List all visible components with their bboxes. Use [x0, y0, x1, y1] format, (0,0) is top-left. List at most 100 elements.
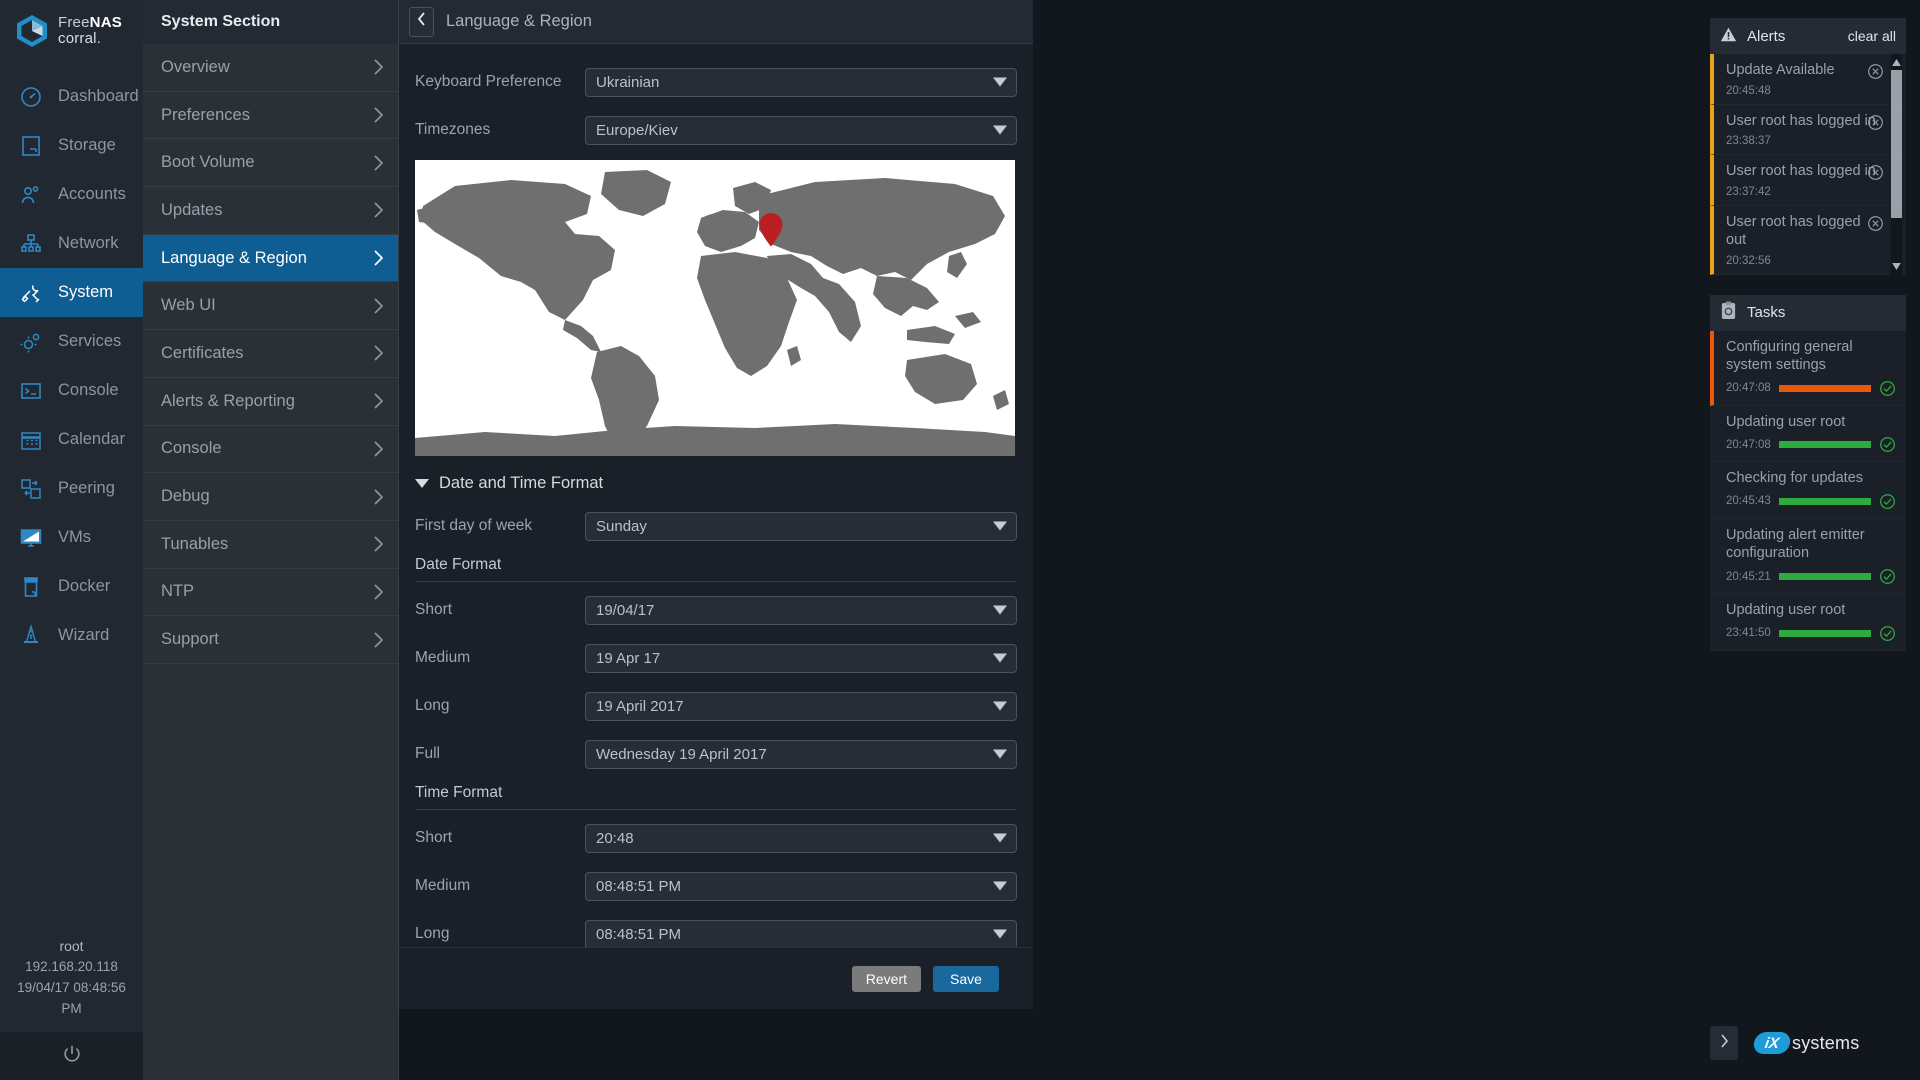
time-format-medium-row: Medium 08:48:51 PM [415, 862, 1017, 910]
time-format-short-row: Short 20:48 [415, 814, 1017, 862]
alert-item[interactable]: Update Available 20:45:48 [1710, 54, 1906, 105]
date-format-long-row: Long 19 April 2017 [415, 682, 1017, 730]
sidebar-item-dashboard[interactable]: Dashboard [0, 72, 143, 121]
date-format-medium-value: 19 Apr 17 [596, 650, 660, 667]
task-item[interactable]: Checking for updates 20:45:43 [1710, 462, 1906, 519]
sidebar-item-label: Storage [58, 136, 116, 155]
sidebar-item-system[interactable]: System [0, 268, 143, 317]
scroll-up-arrow-icon[interactable] [1891, 54, 1902, 70]
task-time: 20:45:21 [1726, 571, 1771, 583]
system-section-list: System Section Overview Preferences Boot… [143, 0, 399, 1080]
dismiss-alert-icon[interactable] [1867, 114, 1884, 131]
clear-all-button[interactable]: clear all [1848, 28, 1896, 44]
date-format-subheader: Date Format [415, 550, 1017, 582]
section-item-label: Boot Volume [161, 153, 255, 172]
date-format-full-select[interactable]: Wednesday 19 April 2017 [585, 740, 1017, 769]
right-sidebar-footer: iX systems [1696, 1026, 1920, 1060]
right-sidebar: Alerts clear all Update Available 20:45:… [1696, 0, 1920, 1080]
user-datetime: 19/04/17 08:48:56 PM [6, 978, 137, 1020]
date-time-format-section-header[interactable]: Date and Time Format [415, 464, 1017, 502]
ixsystems-wordmark: systems [1792, 1033, 1859, 1054]
chevron-right-icon [373, 249, 384, 267]
sidebar-item-web-ui[interactable]: Web UI [143, 282, 398, 330]
timezone-value: Europe/Kiev [596, 122, 678, 139]
sidebar-item-services[interactable]: Services [0, 317, 143, 366]
task-item[interactable]: Updating user root 23:41:50 [1710, 594, 1906, 651]
user-ip-address: 192.168.20.118 [6, 957, 137, 978]
alerts-title: Alerts [1747, 28, 1785, 45]
sidebar-item-certificates[interactable]: Certificates [143, 330, 398, 378]
scrollbar-thumb[interactable] [1891, 70, 1902, 218]
alerts-scrollbar[interactable] [1891, 54, 1902, 275]
task-item[interactable]: Updating user root 20:47:08 [1710, 406, 1906, 463]
sidebar-item-overview[interactable]: Overview [143, 44, 398, 92]
world-map[interactable] [415, 160, 1015, 456]
sidebar-item-network[interactable]: Network [0, 219, 143, 268]
chevron-right-icon [373, 583, 384, 601]
sidebar-item-preferences[interactable]: Preferences [143, 92, 398, 140]
time-format-medium-label: Medium [415, 877, 585, 895]
sidebar-item-alerts-and-reporting[interactable]: Alerts & Reporting [143, 378, 398, 426]
chevron-down-icon [993, 882, 1007, 891]
keyboard-preference-select[interactable]: Ukrainian [585, 68, 1017, 97]
scroll-down-arrow-icon[interactable] [1891, 259, 1902, 275]
chevron-right-icon [373, 631, 384, 649]
date-format-full-label: Full [415, 745, 585, 763]
sidebar-item-vms[interactable]: VMs [0, 513, 143, 562]
time-format-short-select[interactable]: 20:48 [585, 824, 1017, 853]
sidebar-item-docker[interactable]: Docker [0, 562, 143, 611]
time-format-long-select[interactable]: 08:48:51 PM [585, 920, 1017, 948]
panel-header: Language & Region [399, 0, 1033, 44]
ixsystems-mark: iX [1752, 1032, 1791, 1054]
task-title: Updating user root [1726, 601, 1896, 620]
sidebar-item-accounts[interactable]: Accounts [0, 170, 143, 219]
sidebar-item-tunables[interactable]: Tunables [143, 521, 398, 569]
calendar-icon [18, 427, 44, 453]
date-format-short-select[interactable]: 19/04/17 [585, 596, 1017, 625]
section-item-label: Preferences [161, 106, 250, 125]
task-item[interactable]: Updating alert emitter configuration 20:… [1710, 519, 1906, 594]
save-button[interactable]: Save [933, 966, 999, 992]
dismiss-alert-icon[interactable] [1867, 215, 1884, 232]
sidebar-item-console[interactable]: Console [0, 366, 143, 415]
sidebar-item-label: Accounts [58, 185, 126, 204]
task-status-check-icon [1879, 436, 1896, 453]
alert-item[interactable]: User root has logged out 20:32:56 [1710, 206, 1906, 275]
sidebar-item-boot-volume[interactable]: Boot Volume [143, 139, 398, 187]
alert-item[interactable]: User root has logged in 23:38:37 [1710, 105, 1906, 156]
sidebar-item-storage[interactable]: Storage [0, 121, 143, 170]
sidebar-item-ntp[interactable]: NTP [143, 569, 398, 617]
sidebar-item-peering[interactable]: Peering [0, 464, 143, 513]
sidebar-item-label: VMs [58, 528, 91, 547]
dismiss-alert-icon[interactable] [1867, 164, 1884, 181]
time-format-short-label: Short [415, 829, 585, 847]
docker-icon [18, 574, 44, 600]
time-format-medium-select[interactable]: 08:48:51 PM [585, 872, 1017, 901]
date-format-long-select[interactable]: 19 April 2017 [585, 692, 1017, 721]
revert-button[interactable]: Revert [852, 966, 921, 992]
sidebar-item-console-section[interactable]: Console [143, 426, 398, 474]
alerts-list: Update Available 20:45:48 User root has … [1710, 54, 1906, 275]
sidebar-item-updates[interactable]: Updates [143, 187, 398, 235]
timezone-label: Timezones [415, 121, 585, 139]
first-day-of-week-select[interactable]: Sunday [585, 512, 1017, 541]
sidebar-item-label: Docker [58, 577, 110, 596]
alert-item[interactable]: User root has logged in 23:37:42 [1710, 155, 1906, 206]
timezone-select[interactable]: Europe/Kiev [585, 116, 1017, 145]
sidebar-item-calendar[interactable]: Calendar [0, 415, 143, 464]
sidebar-item-debug[interactable]: Debug [143, 473, 398, 521]
dismiss-alert-icon[interactable] [1867, 63, 1884, 80]
keyboard-preference-value: Ukrainian [596, 74, 659, 91]
task-title: Checking for updates [1726, 469, 1896, 488]
date-format-short-value: 19/04/17 [596, 602, 654, 619]
date-format-medium-select[interactable]: 19 Apr 17 [585, 644, 1017, 673]
section-item-label: Debug [161, 487, 210, 506]
sidebar-item-language-and-region[interactable]: Language & Region [143, 235, 398, 283]
section-item-label: Web UI [161, 296, 216, 315]
sidebar-item-support[interactable]: Support [143, 616, 398, 664]
power-button[interactable] [0, 1032, 143, 1080]
expand-sidebar-button[interactable] [1710, 1026, 1738, 1060]
task-item[interactable]: Configuring general system settings 20:4… [1710, 331, 1906, 406]
back-button[interactable] [409, 7, 434, 37]
sidebar-item-wizard[interactable]: Wizard [0, 611, 143, 660]
